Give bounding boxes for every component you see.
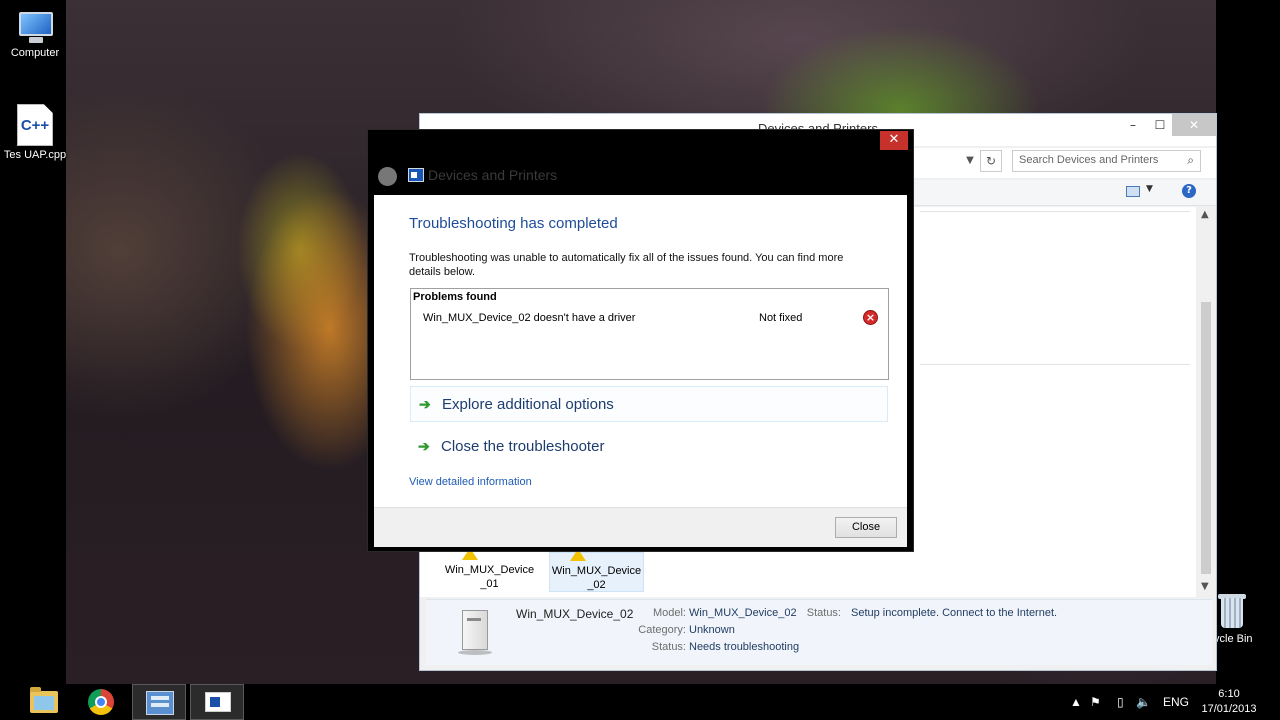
- problem-name: Win_MUX_Device_02 doesn't have a driver: [423, 312, 636, 324]
- vertical-scrollbar[interactable]: ▲ ▼: [1196, 207, 1216, 597]
- device-label: Win_MUX_Device _01: [444, 564, 535, 590]
- section-divider: [920, 211, 1190, 212]
- minimize-button[interactable]: –: [1118, 114, 1148, 136]
- search-placeholder: Search Devices and Printers: [1019, 154, 1159, 166]
- device-tower-icon: [458, 610, 492, 656]
- explorer-close-button[interactable]: ✕: [1172, 114, 1216, 136]
- explore-options-link[interactable]: ➔ Explore additional options: [410, 386, 888, 422]
- problem-status: Not fixed: [759, 312, 803, 324]
- status-label-2: Status:: [806, 607, 841, 619]
- language-indicator[interactable]: ENG: [1163, 684, 1189, 720]
- dialog-caption: Devices and Printers: [428, 167, 558, 183]
- dialog-content: Troubleshooting has completed Troublesho…: [374, 195, 907, 547]
- dialog-description: Troubleshooting was unable to automatica…: [409, 252, 844, 278]
- category-label: Category:: [638, 624, 686, 636]
- status-value: Needs troubleshooting: [689, 641, 800, 653]
- maximize-button[interactable]: ☐: [1145, 114, 1175, 136]
- desktop-icon-label: ycle Bin: [1214, 633, 1253, 645]
- search-icon: ⌕: [1187, 153, 1194, 167]
- back-button[interactable]: [378, 167, 397, 186]
- model-label: Model:: [652, 607, 686, 619]
- problems-found-box: Problems found Win_MUX_Device_02 doesn't…: [410, 288, 889, 380]
- section-divider: [920, 364, 1190, 365]
- clock[interactable]: 6:10 17/01/2013: [1190, 687, 1268, 717]
- close-troubleshooter-link[interactable]: ➔ Close the troubleshooter: [410, 429, 888, 465]
- refresh-icon[interactable]: ↻: [980, 150, 1002, 172]
- error-icon: ×: [863, 310, 878, 325]
- dialog-close-button[interactable]: ✕: [880, 131, 908, 150]
- desktop-icon-label: Tes UAP.cpp: [3, 149, 67, 161]
- recycle-bin-icon: [1217, 592, 1247, 630]
- control-panel-icon: [146, 691, 174, 715]
- view-detailed-info-link[interactable]: View detailed information: [409, 476, 532, 488]
- details-pane: Win_MUX_Device_02 Model: Win_MUX_Device_…: [426, 599, 1212, 665]
- category-value: Unknown: [689, 624, 735, 636]
- clock-date: 17/01/2013: [1201, 703, 1257, 715]
- devices-printers-icon: [205, 692, 231, 712]
- status-label: Status:: [651, 641, 686, 653]
- file-explorer-icon: [30, 687, 58, 713]
- green-arrow-icon: ➔: [418, 438, 430, 454]
- device-tile-selected[interactable]: Win_MUX_Device _02: [549, 549, 644, 592]
- option-label: Explore additional options: [442, 396, 614, 413]
- green-arrow-icon: ➔: [419, 396, 431, 412]
- desktop-icon-label: Computer: [10, 47, 60, 59]
- help-icon[interactable]: ?: [1182, 184, 1196, 198]
- device-tile[interactable]: Win_MUX_Device _01: [442, 548, 537, 592]
- taskbar: ▲ ⚑ ▯ 🔈 ENG 6:10 17/01/2013: [0, 684, 1280, 720]
- problems-header: Problems found: [413, 291, 497, 303]
- desktop-icon-computer[interactable]: Computer: [0, 10, 70, 59]
- close-button[interactable]: Close: [835, 517, 897, 538]
- taskbar-chrome[interactable]: [74, 684, 128, 720]
- device-label: Win_MUX_Device _02: [551, 565, 642, 591]
- taskbar-control-panel[interactable]: [132, 684, 186, 720]
- troubleshooter-dialog: ✕ Devices and Printers Troubleshooting h…: [367, 129, 914, 552]
- taskbar-devices-printers[interactable]: [190, 684, 244, 720]
- devices-printers-icon: [408, 168, 424, 182]
- view-icon[interactable]: [1126, 186, 1140, 197]
- desktop: Computer C++ Tes UAP.cpp ycle Bin Device…: [0, 0, 1280, 684]
- desktop-icon-recycle-bin[interactable]: ycle Bin: [1214, 592, 1280, 645]
- desktop-icon-tes-uap[interactable]: C++ Tes UAP.cpp: [0, 104, 70, 161]
- chrome-icon: [88, 689, 114, 715]
- dialog-heading: Troubleshooting has completed: [409, 215, 618, 232]
- cpp-file-icon: C++: [17, 104, 53, 146]
- search-input[interactable]: Search Devices and Printers ⌕: [1012, 150, 1201, 172]
- desktop-left-band: [0, 0, 66, 684]
- show-hidden-icons[interactable]: ▲: [1070, 684, 1082, 720]
- address-dropdown-icon[interactable]: ▼: [960, 150, 980, 172]
- volume-icon[interactable]: 🔈: [1136, 684, 1151, 720]
- clock-time: 6:10: [1218, 688, 1240, 700]
- status-value-2: Setup incomplete. Connect to the Interne…: [851, 607, 1058, 619]
- computer-icon: [15, 10, 55, 44]
- action-center-flag-icon[interactable]: ⚑: [1090, 684, 1101, 720]
- scroll-down-icon[interactable]: ▼: [1201, 581, 1209, 592]
- cpp-glyph-text: C++: [20, 117, 50, 134]
- option-label: Close the troubleshooter: [441, 438, 605, 455]
- view-dropdown-icon[interactable]: ▼: [1146, 184, 1153, 194]
- dialog-footer: Close: [374, 507, 907, 547]
- scroll-up-icon[interactable]: ▲: [1201, 209, 1209, 220]
- desktop-right-band: [1216, 0, 1280, 684]
- battery-icon[interactable]: ▯: [1117, 684, 1124, 720]
- scrollbar-thumb[interactable]: [1201, 302, 1211, 574]
- taskbar-file-explorer[interactable]: [16, 684, 70, 720]
